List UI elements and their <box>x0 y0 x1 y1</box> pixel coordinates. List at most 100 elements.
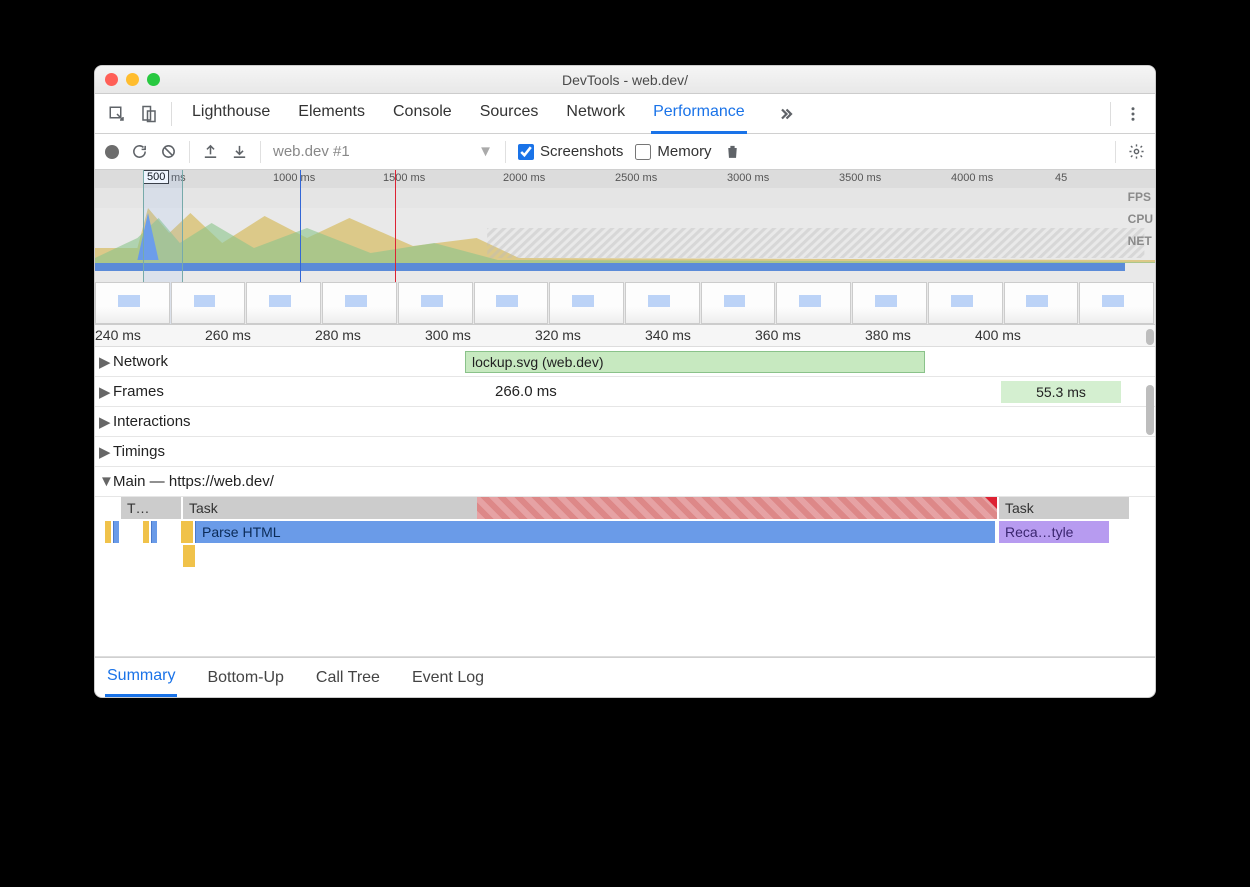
main-tabs: Lighthouse Elements Console Sources Netw… <box>190 93 747 134</box>
disclosure-triangle-icon[interactable]: ▶ <box>99 353 109 371</box>
screenshot-thumb[interactable] <box>1004 282 1079 324</box>
flame-block[interactable] <box>181 521 193 543</box>
memory-checkbox[interactable]: Memory <box>635 143 711 160</box>
tab-event-log[interactable]: Event Log <box>410 660 486 696</box>
track-label: Timings <box>113 443 165 460</box>
overview-net-bar <box>95 263 1125 271</box>
download-profile-icon[interactable] <box>231 143 248 160</box>
screenshot-thumb[interactable] <box>474 282 549 324</box>
disclosure-triangle-icon[interactable]: ▶ <box>99 383 109 401</box>
titlebar[interactable]: DevTools - web.dev/ <box>95 66 1155 94</box>
overview-pane[interactable]: 500ms1000 ms1500 ms2000 ms2500 ms3000 ms… <box>95 170 1155 325</box>
disclosure-triangle-icon[interactable]: ▶ <box>99 413 109 431</box>
record-button[interactable] <box>105 145 119 159</box>
track-frames[interactable]: ▶ Frames 266.0 ms 55.3 ms <box>95 377 1155 407</box>
ruler-tick: 280 ms <box>315 327 361 343</box>
zoom-icon[interactable] <box>147 73 160 86</box>
ruler-tick: 1500 ms <box>383 172 425 184</box>
timeline-ruler[interactable]: 240 ms260 ms280 ms300 ms320 ms340 ms360 … <box>95 325 1155 347</box>
tab-lighthouse[interactable]: Lighthouse <box>190 93 272 134</box>
separator <box>171 102 172 126</box>
long-task-indicator-icon <box>985 497 997 509</box>
frame-duration: 266.0 ms <box>495 383 557 400</box>
frame-bar[interactable]: 55.3 ms <box>1001 381 1121 403</box>
flame-block[interactable] <box>143 521 149 543</box>
track-interactions[interactable]: ▶ Interactions <box>95 407 1155 437</box>
flame-block[interactable] <box>183 545 195 567</box>
main-tab-bar: Lighthouse Elements Console Sources Netw… <box>95 94 1155 134</box>
fps-label: FPS <box>1128 190 1153 212</box>
tab-call-tree[interactable]: Call Tree <box>314 660 382 696</box>
cpu-label: CPU <box>1128 212 1153 234</box>
gc-button[interactable] <box>724 143 741 160</box>
memory-label: Memory <box>657 143 711 160</box>
screenshot-thumb[interactable] <box>246 282 321 324</box>
upload-profile-icon[interactable] <box>202 143 219 160</box>
minimize-icon[interactable] <box>126 73 139 86</box>
screenshot-thumb[interactable] <box>322 282 397 324</box>
tab-network[interactable]: Network <box>564 93 627 134</box>
track-label: Frames <box>113 383 164 400</box>
settings-gear-icon[interactable] <box>1128 143 1145 160</box>
chevron-down-icon: ▼ <box>478 143 493 160</box>
screenshot-thumb[interactable] <box>398 282 473 324</box>
close-icon[interactable] <box>105 73 118 86</box>
track-label: Main — https://web.dev/ <box>113 473 274 490</box>
performance-toolbar: web.dev #1 ▼ Screenshots Memory <box>95 134 1155 170</box>
tab-sources[interactable]: Sources <box>478 93 541 134</box>
screenshot-thumb[interactable] <box>776 282 851 324</box>
screenshot-thumb[interactable] <box>549 282 624 324</box>
main-flame-chart[interactable]: T…TaskTaskParse HTMLReca…tyle <box>95 497 1155 657</box>
screenshot-thumb[interactable] <box>852 282 927 324</box>
device-toolbar-icon[interactable] <box>133 98 165 130</box>
flame-block[interactable]: T… <box>121 497 181 519</box>
screenshot-thumb[interactable] <box>95 282 170 324</box>
tab-console[interactable]: Console <box>391 93 454 134</box>
track-label: Interactions <box>113 413 191 430</box>
track-network[interactable]: ▶ Network lockup.svg (web.dev) <box>95 347 1155 377</box>
more-tabs-icon[interactable] <box>769 98 801 130</box>
ruler-tick: 320 ms <box>535 327 581 343</box>
flame-block[interactable] <box>151 521 157 543</box>
flame-block[interactable] <box>105 521 111 543</box>
screenshots-checkbox-input[interactable] <box>518 144 534 160</box>
tab-elements[interactable]: Elements <box>296 93 367 134</box>
network-request-label: lockup.svg (web.dev) <box>472 354 604 370</box>
overview-screenshot-strip[interactable] <box>95 282 1155 324</box>
tab-performance[interactable]: Performance <box>651 93 747 134</box>
overview-cpu-chart <box>95 188 1155 263</box>
disclosure-triangle-icon[interactable]: ▶ <box>99 443 109 461</box>
recording-selector[interactable]: web.dev #1 ▼ <box>273 143 493 160</box>
reload-record-button[interactable] <box>131 143 148 160</box>
ruler-tick: 3500 ms <box>839 172 881 184</box>
tab-bottom-up[interactable]: Bottom-Up <box>205 660 285 696</box>
kebab-menu-icon[interactable] <box>1117 98 1149 130</box>
overview-ruler[interactable]: 500ms1000 ms1500 ms2000 ms2500 ms3000 ms… <box>95 170 1155 188</box>
flame-block[interactable] <box>477 497 997 519</box>
screenshot-thumb[interactable] <box>1079 282 1154 324</box>
ruler-tick: 380 ms <box>865 327 911 343</box>
memory-checkbox-input[interactable] <box>635 144 651 160</box>
disclosure-triangle-icon[interactable]: ▼ <box>99 473 109 490</box>
details-tabs: Summary Bottom-Up Call Tree Event Log <box>95 657 1155 697</box>
network-request-bar[interactable]: lockup.svg (web.dev) <box>465 351 925 373</box>
flame-chart-area[interactable]: 240 ms260 ms280 ms300 ms320 ms340 ms360 … <box>95 325 1155 657</box>
flame-block[interactable]: Reca…tyle <box>999 521 1109 543</box>
flame-block[interactable] <box>113 521 119 543</box>
clear-button[interactable] <box>160 143 177 160</box>
screenshots-checkbox[interactable]: Screenshots <box>518 143 623 160</box>
separator <box>505 141 506 163</box>
track-timings[interactable]: ▶ Timings <box>95 437 1155 467</box>
vscroll-thumb[interactable] <box>1146 385 1154 435</box>
screenshot-thumb[interactable] <box>171 282 246 324</box>
screenshot-thumb[interactable] <box>625 282 700 324</box>
screenshot-thumb[interactable] <box>701 282 776 324</box>
ruler-tick: 300 ms <box>425 327 471 343</box>
tab-summary[interactable]: Summary <box>105 658 177 697</box>
flame-block[interactable]: Parse HTML <box>195 521 995 543</box>
inspect-element-icon[interactable] <box>101 98 133 130</box>
flame-block[interactable]: Task <box>999 497 1129 519</box>
screenshot-thumb[interactable] <box>928 282 1003 324</box>
hscroll-thumb[interactable] <box>1146 329 1154 345</box>
track-main[interactable]: ▼ Main — https://web.dev/ <box>95 467 1155 497</box>
